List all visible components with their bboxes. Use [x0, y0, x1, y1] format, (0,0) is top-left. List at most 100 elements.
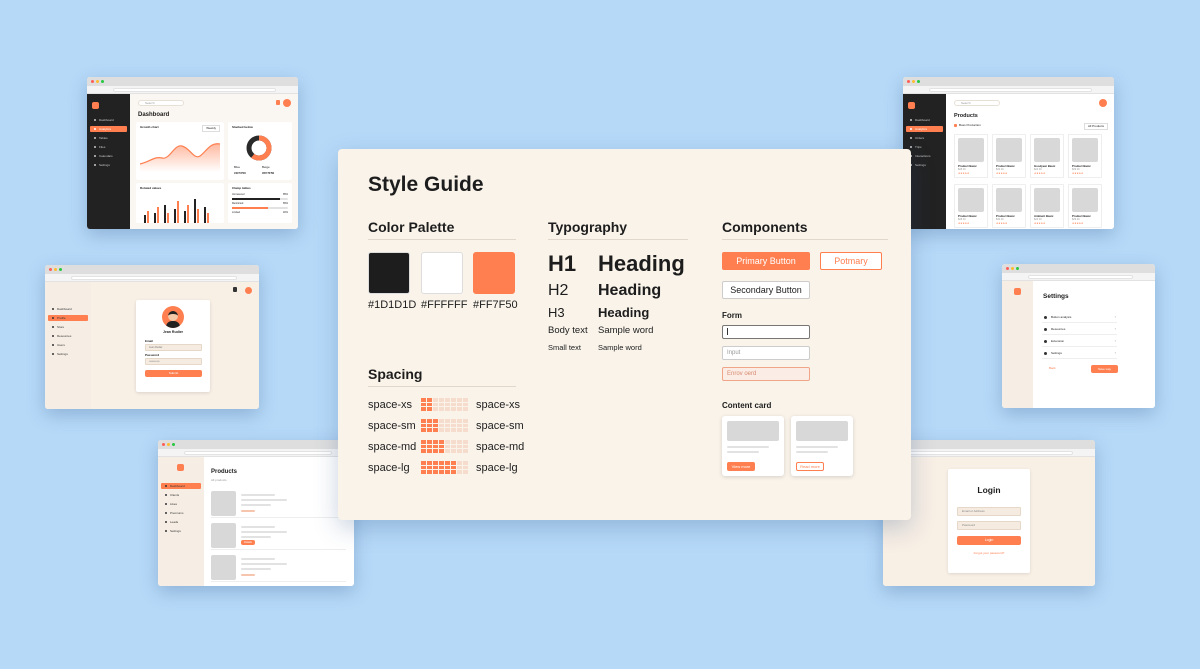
swatch-accent [473, 252, 515, 294]
save-button[interactable]: Save way [1091, 365, 1118, 373]
close-dot-icon[interactable] [1006, 267, 1009, 270]
progress-title: Clamp tables [232, 186, 251, 190]
sidebar-item-profile[interactable]: Profile [48, 315, 88, 321]
browser-titlebar [158, 440, 354, 449]
maximize-dot-icon[interactable] [59, 268, 62, 271]
sidebar-item-dashboard[interactable]: Dashboard [906, 117, 943, 123]
progress-label: Unmetered [232, 193, 245, 196]
password-field[interactable]: •••••••••••• [145, 358, 202, 365]
page-title: Dashboard [138, 112, 170, 118]
minimize-dot-icon[interactable] [96, 80, 99, 83]
product-card[interactable]: Goodyear Basic $24.00 ★★★★★ [1030, 134, 1064, 178]
sidebar-item-interactions[interactable]: Interactions [906, 153, 943, 159]
error-input[interactable]: Enrov oerd [722, 367, 810, 381]
logo-icon [1014, 288, 1021, 295]
sidebar-item-resources[interactable]: Resources [48, 333, 88, 339]
maximize-dot-icon[interactable] [1016, 267, 1019, 270]
sidebar-item-users[interactable]: Users [48, 342, 88, 348]
list-item[interactable] [211, 554, 346, 582]
donut-card: Stacked below Blue Beige #1F5700 #FF7F50 [228, 122, 292, 180]
bell-icon[interactable] [276, 100, 280, 105]
chevron-right-icon: › [1114, 326, 1116, 331]
product-card[interactable]: Product Basic $32.00 ★★★★★ [992, 184, 1026, 228]
sidebar-item-tables[interactable]: Tables [90, 135, 127, 141]
email-field[interactable]: Jean Rudier [145, 344, 202, 351]
email-field[interactable]: Email or Address [957, 507, 1021, 516]
card-button[interactable]: View more [727, 462, 755, 471]
login-button[interactable]: Login [957, 536, 1021, 545]
avatar[interactable] [283, 99, 291, 107]
sidebar-item-analytics[interactable]: Analytics [90, 126, 127, 132]
address-bar[interactable] [158, 449, 354, 457]
address-bar[interactable] [903, 86, 1114, 94]
password-field[interactable]: Password [957, 521, 1021, 530]
sidebar-item-clients[interactable]: Clients [161, 492, 201, 498]
submit-button[interactable]: Submit [145, 370, 202, 377]
sidebar-item-likes[interactable]: Likes [161, 501, 201, 507]
sidebar-item-orders[interactable]: Orders [906, 135, 943, 141]
close-dot-icon[interactable] [162, 443, 165, 446]
outline-button[interactable]: Potmary [820, 252, 882, 270]
details-button[interactable]: Details [241, 540, 255, 545]
list-item[interactable]: Details [211, 522, 346, 550]
address-bar[interactable] [45, 274, 259, 282]
address-bar[interactable] [883, 449, 1095, 457]
minimize-dot-icon[interactable] [167, 443, 170, 446]
forgot-password-link[interactable]: Forgot your password? [948, 552, 1030, 555]
primary-button[interactable]: Primary Button [722, 252, 810, 270]
filter-dropdown[interactable]: All Products [1083, 123, 1108, 130]
close-dot-icon[interactable] [91, 80, 94, 83]
maximize-dot-icon[interactable] [917, 80, 920, 83]
maximize-dot-icon[interactable] [101, 80, 104, 83]
sidebar-item-dashboard[interactable]: Dashboard [48, 306, 88, 312]
avatar[interactable] [245, 287, 252, 294]
product-card[interactable]: Product Basic $29.00 ★★★★★ [1068, 134, 1102, 178]
list-item[interactable] [211, 490, 346, 518]
back-button[interactable]: Back [1049, 367, 1056, 370]
secondary-button[interactable]: Secondary Button [722, 281, 810, 299]
sidebar-item-settings[interactable]: Settings [161, 528, 201, 534]
settings-row[interactable]: Button analysis › [1042, 313, 1117, 323]
chart-dropdown[interactable]: Weekly [202, 125, 220, 132]
sidebar-item-dashboard[interactable]: Dashboard [161, 483, 201, 489]
settings-row[interactable]: Settings › [1042, 349, 1117, 359]
sidebar-item-settings[interactable]: Settings [48, 351, 88, 357]
sidebar-item-trips[interactable]: Trips [906, 144, 943, 150]
settings-row[interactable]: Extension › [1042, 337, 1117, 347]
focused-input[interactable] [722, 325, 810, 339]
close-dot-icon[interactable] [49, 268, 52, 271]
sidebar-item-files[interactable]: Files [90, 144, 127, 150]
avatar[interactable] [1099, 99, 1107, 107]
card-button[interactable]: Read more [796, 462, 824, 471]
close-dot-icon[interactable] [907, 80, 910, 83]
sidebar-item-analytics[interactable]: Analytics [906, 126, 943, 132]
sidebar-item-dashboard[interactable]: Dashboard [90, 117, 127, 123]
sidebar-item-store[interactable]: Store [48, 324, 88, 330]
address-bar[interactable] [1002, 273, 1155, 281]
login-main: Login Email or Address Password Login Fo… [883, 457, 1095, 586]
product-card[interactable]: Product Basic $28.00 ★★★★★ [954, 184, 988, 228]
sidebar-item-calendars[interactable]: Calendars [90, 153, 127, 159]
donut-value: #FF7F50 [262, 171, 275, 175]
product-card[interactable]: Product Basic $29.00 ★★★★★ [1068, 184, 1102, 228]
search-input[interactable]: Search [954, 100, 1000, 106]
sidebar-item-leads[interactable]: Leads [161, 519, 201, 525]
sidebar-item-settings[interactable]: Settings [906, 162, 943, 168]
product-card[interactable]: Product Basic $32.00 ★★★★★ [992, 134, 1026, 178]
product-card[interactable]: Product Basic $28.00 ★★★★★ [954, 134, 988, 178]
settings-row[interactable]: Resources › [1042, 325, 1117, 335]
bookmark-icon[interactable] [233, 287, 237, 292]
address-bar[interactable] [87, 86, 298, 94]
maximize-dot-icon[interactable] [172, 443, 175, 446]
sidebar-item-premiums[interactable]: Premiums [161, 510, 201, 516]
minimize-dot-icon[interactable] [54, 268, 57, 271]
input-field[interactable]: Input [722, 346, 810, 360]
components-heading: Components [722, 219, 808, 235]
minimize-dot-icon[interactable] [912, 80, 915, 83]
search-input[interactable]: Search [138, 100, 184, 106]
progress-label: Limited [232, 211, 241, 214]
product-card[interactable]: Ambient Basic $24.00 ★★★★★ [1030, 184, 1064, 228]
minimize-dot-icon[interactable] [1011, 267, 1014, 270]
sidebar-item-settings[interactable]: Settings [90, 162, 127, 168]
donut-chart [246, 135, 272, 161]
